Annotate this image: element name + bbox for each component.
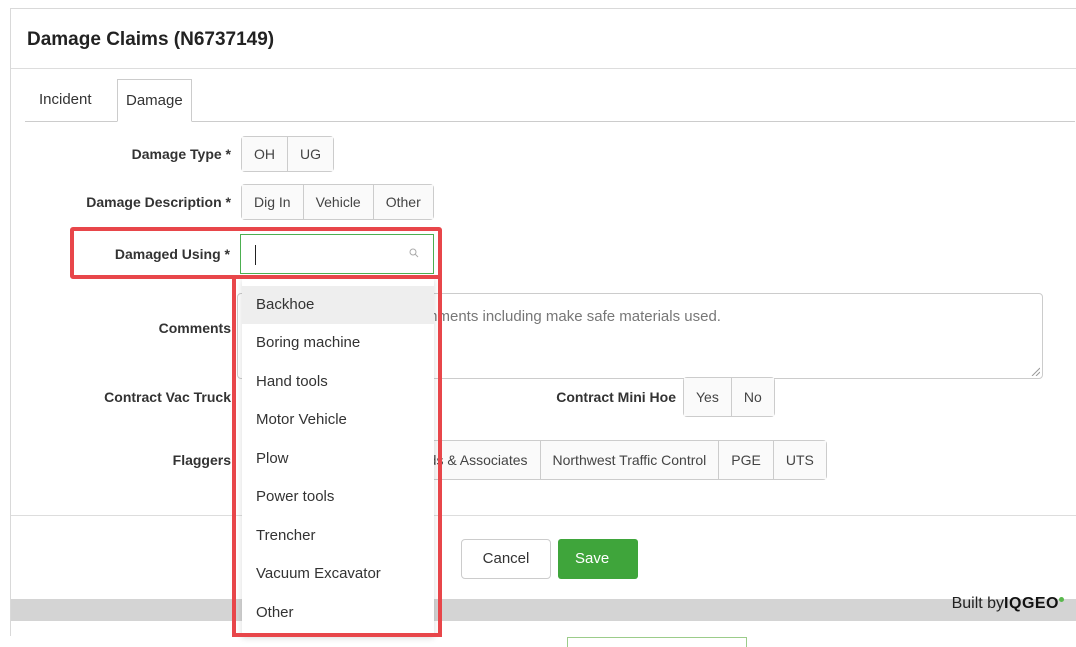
iqgeo-logo: IQGEO — [1004, 595, 1059, 612]
comments-placeholder: mments including make safe materials use… — [425, 308, 721, 325]
footer-divider — [11, 515, 1076, 516]
bottom-bar — [11, 599, 1076, 621]
damage-description-label: Damage Description * — [86, 194, 231, 210]
flagger-pge-button[interactable]: PGE — [718, 441, 773, 479]
partial-field — [567, 637, 747, 647]
contract-mini-hoe-label: Contract Mini Hoe — [556, 389, 676, 405]
vehicle-button[interactable]: Vehicle — [302, 185, 373, 219]
mini-hoe-yes-button[interactable]: Yes — [684, 378, 731, 416]
dig-in-button[interactable]: Dig In — [242, 185, 303, 219]
built-by-branding: Built byIQGEO — [952, 595, 1064, 613]
damage-type-oh-button[interactable]: OH — [242, 137, 287, 171]
flagger-northwest-button[interactable]: Northwest Traffic Control — [539, 441, 719, 479]
highlight-annotation — [70, 227, 442, 279]
other-button[interactable]: Other — [372, 185, 433, 219]
damage-type-toggle: OH UG — [241, 136, 334, 172]
comments-label: Comments — [158, 320, 231, 336]
cancel-button[interactable]: Cancel — [461, 539, 551, 579]
resize-handle-icon[interactable] — [1030, 366, 1040, 376]
damage-description-toggle: Dig In Vehicle Other — [241, 184, 434, 220]
dialog-title: Damage Claims (N6737149) — [27, 29, 275, 50]
contract-vac-truck-label: Contract Vac Truck — [104, 389, 231, 405]
built-by-text: Built by — [951, 595, 1005, 612]
tab-bar: Incident Damage — [25, 79, 1075, 122]
save-button[interactable]: Save — [558, 539, 638, 579]
logo-dot-icon — [1059, 597, 1064, 602]
flaggers-toggle: rds & Associates Northwest Traffic Contr… — [411, 440, 827, 480]
tab-incident[interactable]: Incident — [29, 79, 102, 122]
damage-claims-dialog: Damage Claims (N6737149) Incident Damage… — [10, 8, 1076, 647]
tab-damage[interactable]: Damage — [117, 79, 192, 122]
damage-type-ug-button[interactable]: UG — [287, 137, 333, 171]
flagger-uts-button[interactable]: UTS — [772, 441, 826, 479]
divider — [11, 68, 1076, 69]
contract-mini-hoe-toggle: Yes No — [683, 377, 775, 417]
flaggers-label: Flaggers — [172, 452, 231, 468]
highlight-annotation-dropdown — [232, 275, 442, 637]
mini-hoe-no-button[interactable]: No — [730, 378, 774, 416]
damage-type-label: Damage Type * — [131, 146, 231, 162]
